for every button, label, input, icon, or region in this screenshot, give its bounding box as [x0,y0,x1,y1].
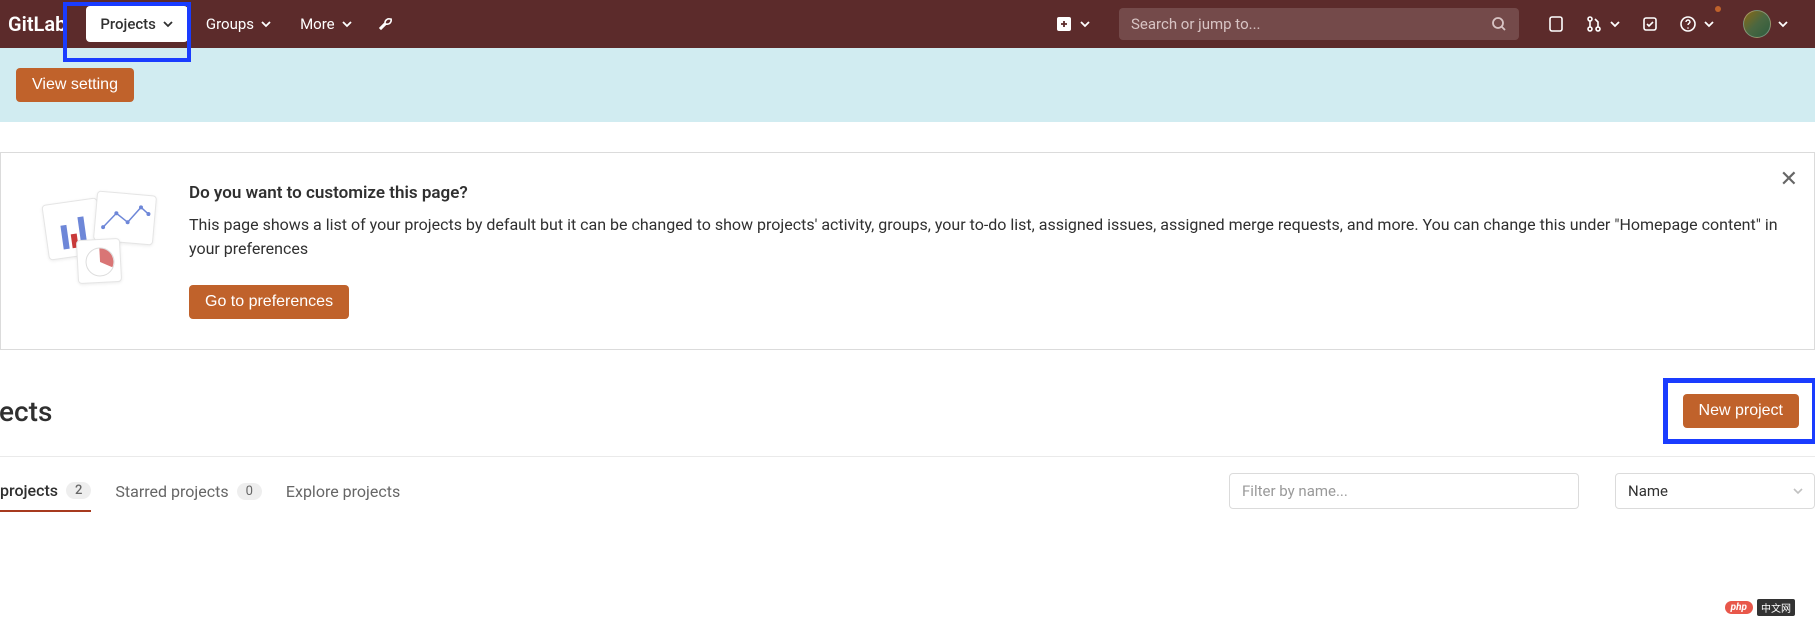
chevron-down-icon [260,18,272,30]
gitlab-logo[interactable]: GitLab [0,12,74,36]
nav-plus[interactable] [1045,0,1101,48]
search-input[interactable]: Search or jump to... [1119,8,1519,40]
nav-groups-label: Groups [206,15,254,33]
user-avatar [1743,10,1771,38]
nav-projects-label: Projects [100,15,156,33]
tab-explore-projects[interactable]: Explore projects [286,472,400,511]
help-icon [1679,15,1697,33]
nav-more-label: More [300,15,335,33]
tab-starred-projects[interactable]: Starred projects 0 [115,472,261,511]
customize-illustration [17,183,177,293]
heading-row: jects New project [0,350,1815,457]
chevron-down-icon [162,18,174,30]
tab-your-projects-label: projects [0,481,58,500]
new-project-button[interactable]: New project [1683,394,1799,428]
nav-todos[interactable] [1631,0,1669,48]
nav-more[interactable]: More [286,0,367,48]
tab-starred-label: Starred projects [115,482,228,501]
chevron-down-icon [1703,18,1715,30]
pie-chart-icon [76,238,122,284]
nav-projects[interactable]: Projects [86,6,188,42]
issues-icon [1547,15,1565,33]
tabs-row: projects 2 Starred projects 0 Explore pr… [0,457,1815,511]
go-to-preferences-button[interactable]: Go to preferences [189,285,349,319]
todo-icon [1641,15,1659,33]
customize-callout: Do you want to customize this page? This… [0,152,1815,350]
sort-dropdown[interactable]: Name [1615,473,1815,509]
chevron-down-icon [1079,18,1091,30]
wrench-icon [377,15,395,33]
search-icon [1491,16,1507,32]
chevron-down-icon [1792,485,1804,497]
nav-admin-wrench[interactable] [367,0,405,48]
top-navbar: GitLab Projects Groups More Search or ju… [0,0,1815,48]
chevron-down-icon [341,18,353,30]
view-setting-button[interactable]: View setting [16,68,134,102]
merge-request-icon [1585,15,1603,33]
filter-placeholder-text: Filter by name... [1242,482,1348,500]
nav-merge-requests[interactable] [1575,0,1631,48]
nav-help[interactable] [1669,0,1725,48]
chevron-down-icon [1609,18,1621,30]
sort-label: Name [1628,482,1668,500]
watermark-php: php [1725,601,1753,614]
tab-explore-label: Explore projects [286,482,400,501]
watermark-cn: 中文网 [1757,599,1795,616]
plus-square-icon [1055,15,1073,33]
tab-your-projects-count: 2 [66,482,91,499]
nav-groups[interactable]: Groups [192,0,286,48]
search-placeholder-text: Search or jump to... [1131,15,1491,33]
nav-user-menu[interactable] [1725,0,1799,48]
settings-banner: View setting [0,48,1815,122]
nav-issues[interactable] [1537,0,1575,48]
watermark: php 中文网 [1725,599,1795,616]
tab-your-projects[interactable]: projects 2 [0,471,91,512]
tab-starred-count: 0 [237,483,262,500]
filter-by-name-input[interactable]: Filter by name... [1229,473,1579,509]
line-chart-icon [93,190,157,245]
chevron-down-icon [1777,18,1789,30]
customize-title: Do you want to customize this page? [189,183,1790,203]
close-icon[interactable]: ✕ [1780,167,1798,192]
page-title: jects [0,395,52,428]
customize-description: This page shows a list of your projects … [189,213,1790,261]
